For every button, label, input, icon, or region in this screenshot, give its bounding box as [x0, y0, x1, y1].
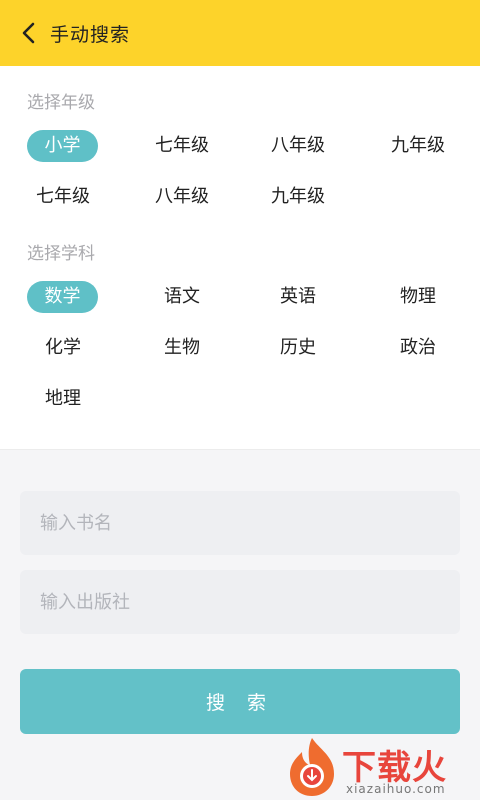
grade-section-label: 选择年级 [27, 93, 95, 113]
subject-option-physics[interactable]: 物理 [378, 281, 458, 313]
page-title: 手动搜索 [50, 23, 131, 46]
filter-panel: 选择年级 小学 七年级 八年级 九年级 七年级 八年级 九年级 选择学科 数学 … [0, 66, 480, 450]
publisher-input[interactable] [20, 570, 460, 634]
grade-option-primary[interactable]: 小学 [27, 130, 98, 162]
grade-option-grade7[interactable]: 七年级 [142, 130, 222, 162]
subject-option-geography[interactable]: 地理 [23, 383, 103, 415]
subject-section-label: 选择学科 [27, 244, 95, 264]
watermark-logo: 下载火 xiazaihuo.com [284, 736, 480, 800]
grade-option-grade8-b[interactable]: 八年级 [142, 181, 222, 213]
subject-option-politics[interactable]: 政治 [378, 332, 458, 364]
subject-option-chinese[interactable]: 语文 [142, 281, 222, 313]
subject-option-history[interactable]: 历史 [258, 332, 338, 364]
grade-option-grade8[interactable]: 八年级 [258, 130, 338, 162]
grade-option-grade9[interactable]: 九年级 [378, 130, 458, 162]
search-button[interactable]: 搜 索 [20, 669, 460, 734]
book-name-input[interactable] [20, 491, 460, 555]
flame-icon [290, 738, 334, 796]
subject-option-biology[interactable]: 生物 [142, 332, 222, 364]
back-button[interactable] [6, 0, 50, 66]
subject-option-chemistry[interactable]: 化学 [23, 332, 103, 364]
subject-option-math[interactable]: 数学 [27, 281, 98, 313]
grade-option-grade9-b[interactable]: 九年级 [258, 181, 338, 213]
grade-option-grade7-b[interactable]: 七年级 [23, 181, 103, 213]
subject-option-english[interactable]: 英语 [258, 281, 338, 313]
top-bar: 手动搜索 [0, 0, 480, 66]
chevron-left-icon [22, 22, 35, 44]
watermark-url: xiazaihuo.com [346, 782, 446, 796]
